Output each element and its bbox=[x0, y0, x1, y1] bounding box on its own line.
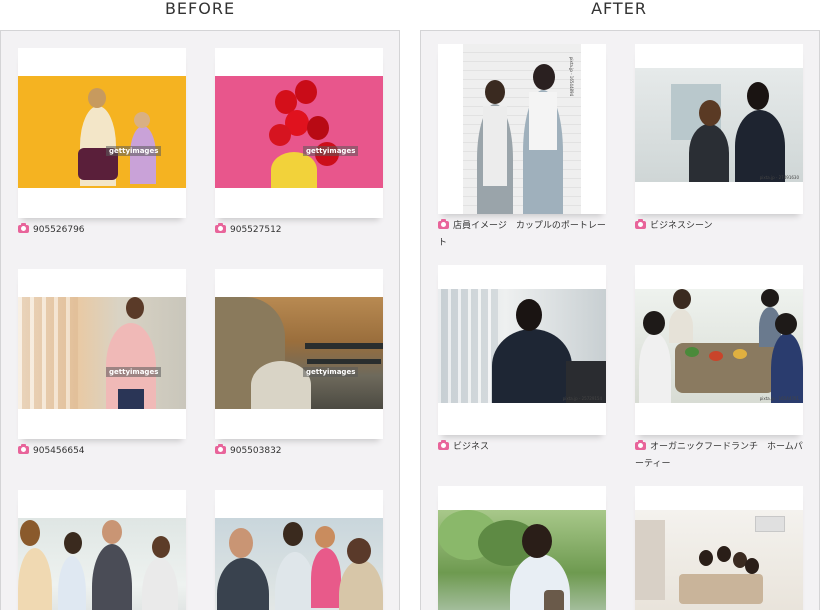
stock-photo bbox=[438, 510, 606, 610]
image-card[interactable]: pixta.jp - 25729154 bbox=[438, 265, 606, 435]
stock-photo: gettyimages bbox=[18, 518, 186, 610]
after-panel: pixta.jp - 16544894 店員イメージ カップルのポートレート p… bbox=[420, 30, 820, 610]
camera-icon bbox=[215, 443, 226, 454]
image-card[interactable]: gettyimages bbox=[215, 269, 383, 439]
camera-icon bbox=[438, 218, 449, 229]
image-card[interactable]: pixta.jp - 16544761 bbox=[635, 265, 803, 435]
before-panel: gettyimages 905526796 gettyimages 905527… bbox=[0, 30, 400, 610]
image-card[interactable]: gettyimages bbox=[18, 269, 186, 439]
image-card[interactable]: pixta.jp - 27491630 bbox=[635, 44, 803, 214]
stock-photo: gettyimages bbox=[215, 76, 383, 188]
camera-icon bbox=[438, 439, 449, 450]
after-heading: AFTER bbox=[591, 0, 647, 18]
stock-photo: gettyimages bbox=[215, 518, 383, 610]
camera-icon bbox=[18, 222, 29, 233]
image-card[interactable]: gettyimages bbox=[18, 490, 186, 610]
pixta-watermark: pixta.jp - 25729154 bbox=[562, 396, 602, 401]
stock-photo: pixta.jp - 16544894 bbox=[463, 44, 581, 214]
camera-icon bbox=[635, 218, 646, 229]
camera-icon bbox=[215, 222, 226, 233]
pixta-watermark: pixta.jp - 16544761 bbox=[759, 396, 799, 401]
image-caption: ビジネス bbox=[438, 439, 608, 456]
stock-photo: pixta.jp - 27491630 bbox=[635, 68, 803, 182]
image-card[interactable]: gettyimages bbox=[215, 48, 383, 218]
getty-watermark: gettyimages bbox=[106, 367, 162, 377]
image-card[interactable]: gettyimages bbox=[215, 490, 383, 610]
image-caption: 905503832 bbox=[215, 443, 385, 460]
stock-photo: pixta.jp - 25729154 bbox=[438, 289, 606, 403]
image-caption: ビジネスシーン bbox=[635, 218, 805, 235]
image-card[interactable] bbox=[438, 486, 606, 610]
pixta-watermark: pixta.jp - 27491630 bbox=[759, 175, 799, 180]
getty-watermark: gettyimages bbox=[106, 146, 162, 156]
image-caption: 905456654 bbox=[18, 443, 188, 460]
image-card[interactable] bbox=[635, 486, 803, 610]
stock-photo: pixta.jp - 16544761 bbox=[635, 289, 803, 403]
stock-photo bbox=[635, 510, 803, 610]
getty-watermark: gettyimages bbox=[303, 146, 359, 156]
pixta-watermark: pixta.jp - 16544894 bbox=[568, 56, 574, 97]
getty-watermark: gettyimages bbox=[303, 367, 359, 377]
camera-icon bbox=[635, 439, 646, 450]
camera-icon bbox=[18, 443, 29, 454]
stock-photo: gettyimages bbox=[18, 76, 186, 188]
image-caption: オーガニックフードランチ ホームパーティー bbox=[635, 439, 803, 469]
image-caption: 905526796 bbox=[18, 222, 188, 239]
stock-photo: gettyimages bbox=[18, 297, 186, 409]
image-card[interactable]: gettyimages bbox=[18, 48, 186, 218]
before-heading: BEFORE bbox=[164, 0, 236, 18]
image-card[interactable]: pixta.jp - 16544894 bbox=[438, 44, 606, 214]
image-caption: 店員イメージ カップルのポートレート bbox=[438, 218, 606, 248]
stock-photo: gettyimages bbox=[215, 297, 383, 409]
image-caption: 905527512 bbox=[215, 222, 385, 239]
